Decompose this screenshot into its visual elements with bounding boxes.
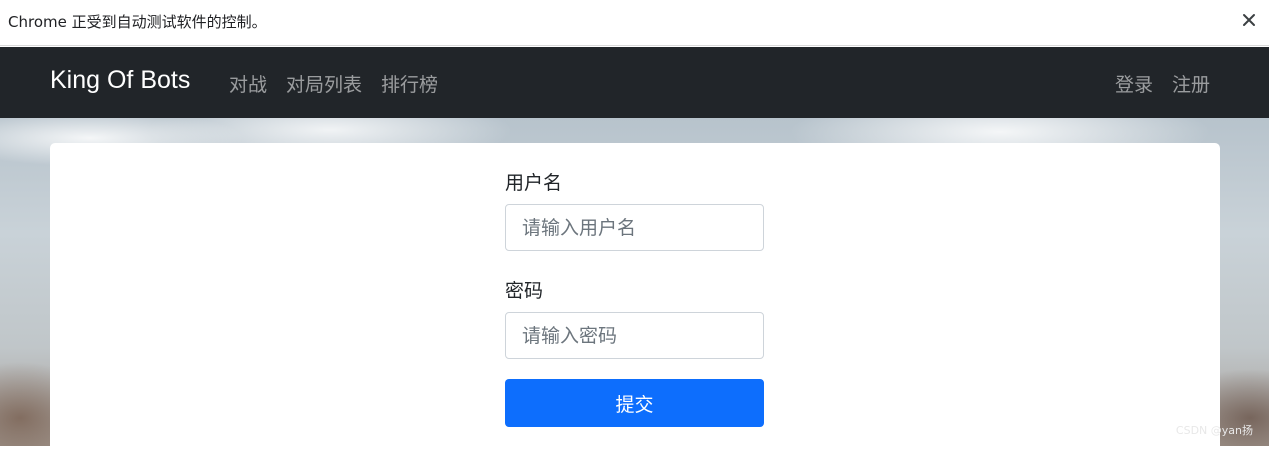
navbar: King Of Bots 对战 对局列表 排行榜 登录 注册 — [0, 47, 1269, 118]
nav-user-links: 登录 注册 — [1115, 70, 1210, 97]
submit-button[interactable]: 提交 — [505, 379, 764, 427]
nav-links: 对战 对局列表 排行榜 — [229, 70, 438, 97]
nav-link-battle[interactable]: 对战 — [229, 70, 267, 97]
nav-link-ranklist[interactable]: 排行榜 — [381, 70, 438, 97]
password-label: 密码 — [505, 280, 544, 302]
watermark: CSDN @yan扬 — [1175, 424, 1253, 437]
close-icon[interactable] — [1237, 8, 1261, 32]
nav-link-record-list[interactable]: 对局列表 — [286, 70, 362, 97]
username-input[interactable] — [505, 204, 764, 251]
automation-infobar: Chrome 正受到自动测试软件的控制。 — [0, 0, 1269, 46]
nav-link-login[interactable]: 登录 — [1115, 70, 1153, 97]
brand-link[interactable]: King Of Bots — [50, 66, 190, 95]
password-input[interactable] — [505, 312, 764, 359]
username-label: 用户名 — [505, 172, 563, 194]
nav-link-register[interactable]: 注册 — [1172, 70, 1210, 97]
infobar-message: Chrome 正受到自动测试软件的控制。 — [8, 13, 267, 31]
